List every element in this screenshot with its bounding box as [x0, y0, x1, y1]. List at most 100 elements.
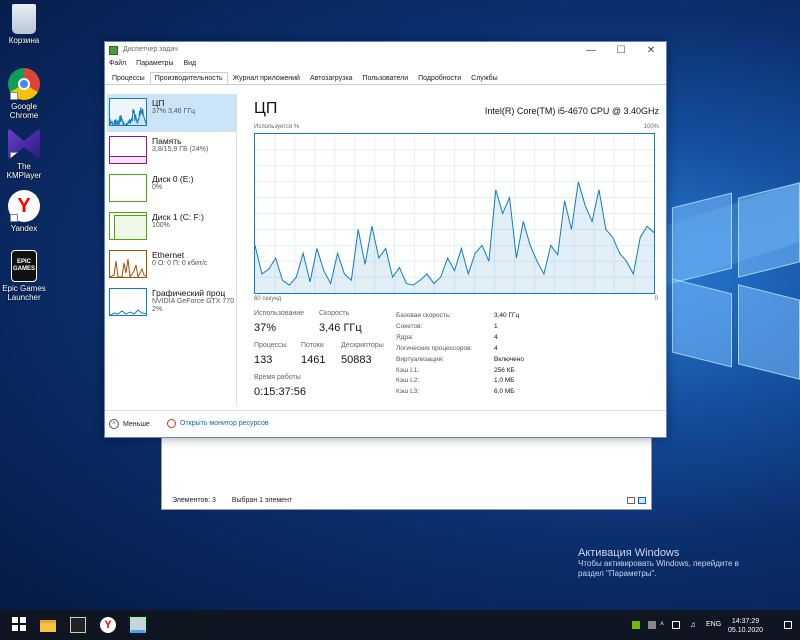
- epic-games-icon[interactable]: [70, 617, 86, 633]
- task-manager-icon: [109, 46, 118, 55]
- tab-performance[interactable]: Производительность: [149, 72, 228, 84]
- details-view-icon[interactable]: [627, 497, 635, 504]
- activation-line-1: Чтобы активировать Windows, перейдите в: [578, 559, 739, 568]
- resource-detail: 0 О: 0 П: 0 кбит/с: [152, 260, 208, 267]
- resource-item-disk-1[interactable]: Диск 1 (C: F:) 100%: [107, 208, 236, 246]
- desktop-icon-epic-games[interactable]: EPIC GAMES Epic Games Launcher: [0, 250, 48, 302]
- menu-file[interactable]: Файл: [109, 60, 126, 67]
- maximize-button[interactable]: ☐: [606, 42, 636, 59]
- tab-processes[interactable]: Процессы: [107, 72, 150, 84]
- cpu-thumbnail-graph: [109, 98, 147, 126]
- nvidia-tray-icon[interactable]: [632, 621, 640, 629]
- clock-time: 14:37:29: [731, 618, 760, 625]
- spec-label: Логических процессоров:: [396, 344, 473, 352]
- speed-label: Скорость: [319, 310, 350, 317]
- recycle-bin-icon: [12, 4, 36, 34]
- resource-monitor-label: Открыть монитор ресурсов: [180, 420, 269, 427]
- tab-details[interactable]: Подробности: [413, 72, 466, 84]
- usage-label: Использование: [254, 310, 305, 317]
- spec-value: 256 КБ: [494, 366, 515, 374]
- tiles-view-icon[interactable]: [638, 497, 646, 504]
- up-arrow-icon[interactable]: ˄: [660, 621, 668, 629]
- menu-options[interactable]: Параметры: [136, 60, 173, 67]
- fewer-details-button[interactable]: ˄ Меньше: [109, 419, 150, 429]
- tab-users[interactable]: Пользователи: [357, 72, 413, 84]
- activation-title: Активация Windows: [578, 547, 680, 559]
- handles-label: Дескрипторы: [341, 342, 384, 349]
- language-indicator[interactable]: ENG: [706, 621, 721, 628]
- resource-item-gpu[interactable]: Графический проц NVIDIA GeForce GTX 770 …: [107, 284, 236, 322]
- activation-line-2: раздел "Параметры".: [578, 569, 657, 578]
- graph-min-label: 0: [654, 296, 658, 302]
- resource-item-memory[interactable]: Память 3,8/15,9 ГБ (24%): [107, 132, 236, 170]
- cpu-model-name: Intel(R) Core(TM) i5-4670 CPU @ 3.40GHz: [484, 106, 659, 116]
- shortcut-arrow-icon: [10, 214, 18, 222]
- processes-label: Процессы: [254, 342, 287, 349]
- cpu-usage-chart: [254, 134, 655, 293]
- open-resource-monitor-link[interactable]: Открыть монитор ресурсов: [167, 419, 269, 428]
- resource-detail: 0%: [152, 184, 163, 191]
- graph-usage-label: Используется %: [254, 124, 300, 130]
- resource-name: Графический проц: [152, 288, 226, 298]
- resource-item-ethernet[interactable]: Ethernet 0 О: 0 П: 0 кбит/с: [107, 246, 236, 284]
- desktop-icon-label: Корзина: [8, 36, 40, 45]
- resource-item-cpu[interactable]: ЦП 37% 3,46 ГГц: [107, 94, 236, 132]
- desktop-icon-label: Google Chrome: [9, 102, 39, 120]
- spec-label: Базовая скорость:: [396, 312, 452, 319]
- desktop-icon-kmplayer[interactable]: The KMPlayer: [0, 128, 48, 180]
- task-manager-icon[interactable]: [130, 617, 146, 633]
- tab-app-history[interactable]: Журнал приложений: [228, 72, 305, 84]
- wallpaper-logo-pane: [672, 278, 732, 368]
- desktop-icon-label: The KMPlayer: [6, 162, 42, 180]
- tab-startup[interactable]: Автозагрузка: [305, 72, 357, 84]
- desktop-icon-label: Epic Games Launcher: [2, 284, 46, 302]
- tab-services[interactable]: Службы: [466, 72, 503, 84]
- menu-view[interactable]: Вид: [183, 60, 196, 67]
- desktop-icon-yandex[interactable]: Y Yandex: [0, 190, 48, 233]
- task-manager-window[interactable]: Диспетчер задач — ☐ ✕ Файл Параметры Вид…: [104, 41, 667, 438]
- spec-value: 3,40 ГГц: [494, 312, 520, 319]
- resource-detail: 2%: [152, 306, 163, 313]
- cpu-usage-graph: [254, 133, 655, 294]
- resource-item-disk-0[interactable]: Диск 0 (E:) 0%: [107, 170, 236, 208]
- tray-app-icon[interactable]: [648, 621, 656, 629]
- desktop-icon-chrome[interactable]: Google Chrome: [0, 68, 48, 120]
- shortcut-arrow-icon: [10, 92, 18, 100]
- network-icon[interactable]: [672, 621, 680, 629]
- threads-value: 1461: [301, 354, 326, 366]
- file-explorer-icon[interactable]: [40, 620, 56, 632]
- wallpaper-logo-pane: [738, 182, 800, 278]
- handles-value: 50883: [341, 354, 372, 366]
- clock-date: 05.10.2020: [728, 627, 764, 634]
- spec-label: Сокетов:: [396, 322, 423, 330]
- spec-label: Ядра:: [396, 333, 414, 341]
- kmplayer-icon: [8, 128, 40, 160]
- processes-value: 133: [254, 354, 273, 366]
- epic-games-icon: EPIC GAMES: [11, 250, 37, 282]
- menu-bar: Файл Параметры Вид: [105, 59, 666, 72]
- volume-icon[interactable]: ♫: [690, 621, 698, 629]
- resource-name: ЦП: [152, 98, 165, 108]
- resource-detail: 100%: [152, 222, 170, 229]
- spec-value: 6,0 МБ: [494, 388, 515, 396]
- clock[interactable]: 14:37:29 05.10.2020: [728, 617, 763, 635]
- close-button[interactable]: ✕: [636, 42, 666, 59]
- yandex-icon[interactable]: Y: [100, 617, 116, 633]
- title-bar[interactable]: Диспетчер задач — ☐ ✕: [105, 42, 666, 59]
- cpu-detail-panel: ЦП Intel(R) Core(TM) i5-4670 CPU @ 3.40G…: [253, 100, 659, 410]
- spec-value: 4: [494, 333, 498, 341]
- uptime-label: Время работы: [254, 374, 301, 381]
- chrome-icon: [8, 68, 40, 100]
- spec-value: 1: [494, 322, 498, 330]
- resource-monitor-icon: [167, 419, 176, 428]
- resource-name: Диск 0 (E:): [152, 174, 194, 184]
- desktop-icon-recycle-bin[interactable]: Корзина: [0, 4, 48, 45]
- spec-value: Включено: [494, 355, 524, 363]
- spec-label: Кэш L3:: [396, 388, 420, 396]
- minimize-button[interactable]: —: [576, 42, 606, 59]
- cpu-sparkline: [110, 107, 146, 125]
- speed-value: 3,46 ГГц: [319, 322, 362, 334]
- start-icon[interactable]: [12, 617, 28, 633]
- notifications-icon[interactable]: [784, 621, 792, 629]
- spec-label: Кэш L1:: [396, 366, 420, 374]
